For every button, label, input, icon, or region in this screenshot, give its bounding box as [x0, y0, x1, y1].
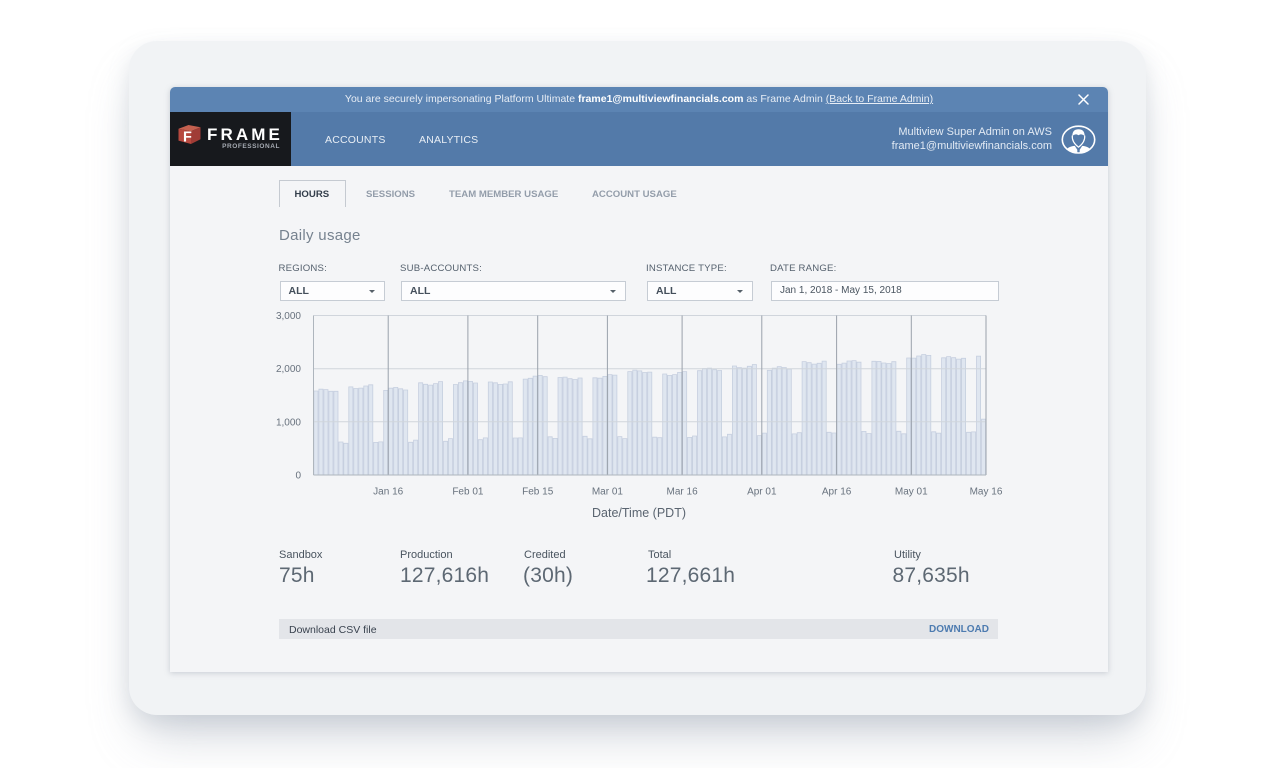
svg-text:Mar 01: Mar 01 — [592, 487, 624, 498]
svg-text:May 16: May 16 — [970, 487, 1003, 498]
svg-text:1,000: 1,000 — [276, 417, 301, 428]
svg-text:Feb 15: Feb 15 — [522, 487, 554, 498]
svg-text:0: 0 — [295, 471, 301, 482]
svg-text:Date/Time (PDT): Date/Time (PDT) — [592, 506, 686, 520]
svg-text:May 01: May 01 — [895, 487, 928, 498]
svg-text:Apr 16: Apr 16 — [822, 487, 852, 498]
svg-text:Mar 16: Mar 16 — [667, 487, 699, 498]
svg-text:Jan 16: Jan 16 — [373, 487, 403, 498]
svg-text:3,000: 3,000 — [276, 311, 301, 322]
svg-text:Feb 01: Feb 01 — [452, 487, 484, 498]
svg-text:Apr 01: Apr 01 — [747, 487, 777, 498]
svg-text:2,000: 2,000 — [276, 364, 301, 375]
